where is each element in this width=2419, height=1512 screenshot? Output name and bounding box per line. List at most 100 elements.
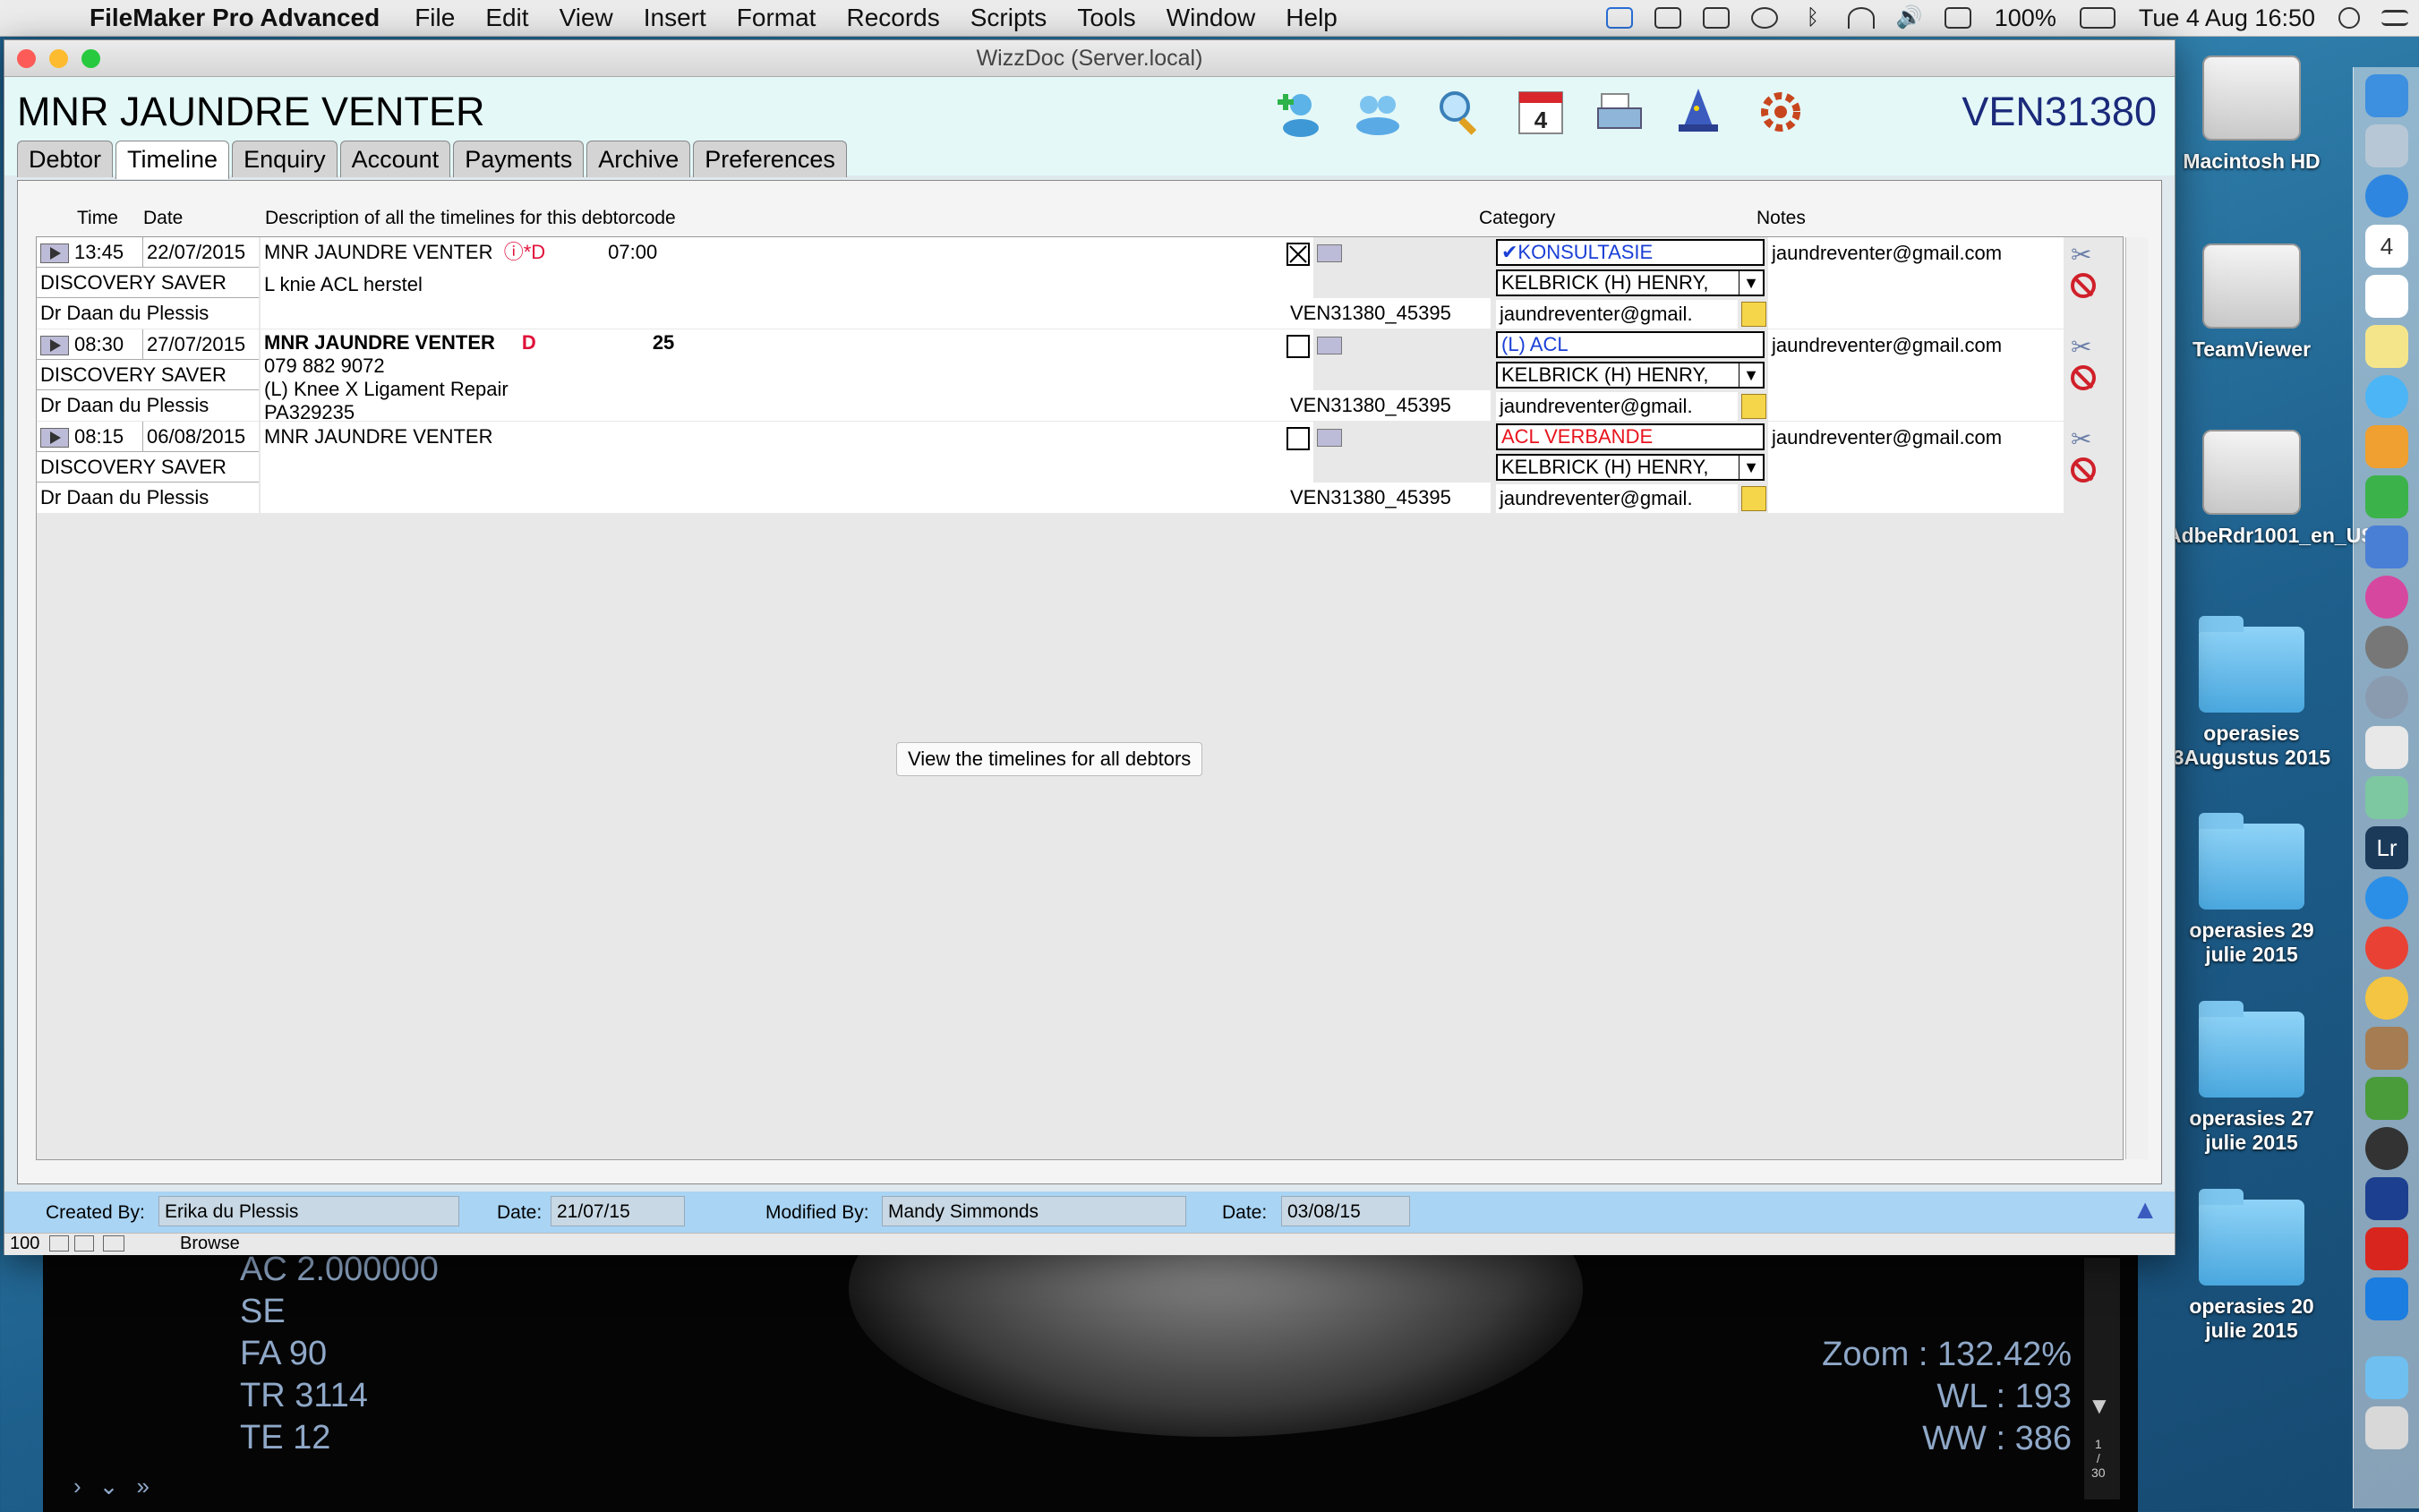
chrome-icon[interactable] xyxy=(2365,927,2408,970)
calendar-dock-icon[interactable]: 4 xyxy=(2365,225,2408,268)
desktop-item-folder-29-julie[interactable]: operasies 29 julie 2015 xyxy=(2167,813,2337,967)
category-field[interactable]: ACL VERBANDE xyxy=(1496,423,1765,450)
finder-icon[interactable] xyxy=(2365,74,2408,117)
timeline-doctor[interactable]: Dr Daan du Plessis xyxy=(37,298,259,329)
photos-app-icon[interactable] xyxy=(2365,977,2408,1020)
menu-help[interactable]: Help xyxy=(1286,4,1338,32)
zoom-in-icon[interactable] xyxy=(74,1235,94,1251)
desktop-item-adberdr[interactable]: AdbeRdr1001_en_US xyxy=(2167,430,2375,548)
tab-payments[interactable]: Payments xyxy=(453,141,585,177)
teamviewer-status-icon[interactable] xyxy=(1605,7,1633,29)
bluetooth-icon[interactable]: ᛒ xyxy=(1799,7,1826,29)
small-go-arrow-icon[interactable] xyxy=(1317,429,1342,447)
menu-format[interactable]: Format xyxy=(737,4,816,32)
tab-preferences[interactable]: Preferences xyxy=(693,141,847,177)
scroll-down-arrow-icon[interactable]: ▼ xyxy=(2088,1392,2111,1420)
timeline-date[interactable]: 27/07/2015 xyxy=(142,329,259,360)
lightroom-icon[interactable]: Lr xyxy=(2365,826,2408,869)
viewer-last-icon[interactable]: » xyxy=(136,1473,149,1500)
app-icon[interactable] xyxy=(2365,1127,2408,1170)
app-icon[interactable] xyxy=(2365,1177,2408,1220)
notes-icon[interactable] xyxy=(2365,325,2408,368)
timeline-date[interactable]: 22/07/2015 xyxy=(142,237,259,268)
scissors-icon[interactable]: ✂ xyxy=(2071,334,2098,361)
mode-indicator[interactable]: Browse xyxy=(180,1234,240,1254)
provider-dropdown[interactable]: KELBRICK (H) HENRY, ▼ xyxy=(1496,362,1765,389)
timeline-notes[interactable]: jaundreventer@gmail.com xyxy=(1768,237,2064,329)
launchpad-icon[interactable] xyxy=(2365,676,2408,719)
delete-icon[interactable] xyxy=(2071,273,2096,299)
desktop-item-folder-3-augustus[interactable]: operasies 3Augustus 2015 xyxy=(2167,616,2337,770)
menu-view[interactable]: View xyxy=(560,4,613,32)
wizard-footer-icon[interactable]: ▲ xyxy=(2132,1195,2158,1226)
tab-timeline[interactable]: Timeline xyxy=(115,141,230,179)
viewer-scrollbar[interactable]: ▼ 1 / 30 xyxy=(2084,1258,2120,1499)
desktop-item-macintosh-hd[interactable]: Macintosh HD xyxy=(2167,56,2337,174)
app-store-icon[interactable] xyxy=(2365,876,2408,919)
dropdown-arrow-icon[interactable]: ▼ xyxy=(1739,363,1763,387)
timeline-row[interactable]: 13:45 22/07/2015 DISCOVERY SAVER Dr Daan… xyxy=(37,237,2123,330)
notification-center-icon[interactable] xyxy=(2381,10,2408,26)
add-person-icon[interactable] xyxy=(1274,87,1324,137)
delete-icon[interactable] xyxy=(2071,365,2096,391)
timeline-description[interactable]: MNR JAUNDRE VENTER xyxy=(261,422,1313,513)
safari-icon[interactable] xyxy=(2365,175,2408,218)
timeline-row[interactable]: 08:30 27/07/2015 DISCOVERY SAVER Dr Daan… xyxy=(37,329,2123,423)
system-preferences-icon[interactable] xyxy=(2365,626,2408,669)
portal-scrollbar[interactable] xyxy=(2125,237,2148,1159)
email-short-field[interactable]: jaundreventer@gmail. xyxy=(1496,392,1738,421)
provider-dropdown[interactable]: KELBRICK (H) HENRY, ▼ xyxy=(1496,454,1765,481)
timeline-time[interactable]: 08:30 xyxy=(37,329,142,360)
itunes-icon[interactable] xyxy=(2365,576,2408,619)
timeline-date[interactable]: 06/08/2015 xyxy=(142,422,259,452)
dropdown-arrow-icon[interactable]: ▼ xyxy=(1739,456,1763,479)
zoom-window-icon[interactable] xyxy=(81,49,100,68)
volume-icon[interactable]: 🔊 xyxy=(1896,7,1923,29)
timeline-medical-aid[interactable]: DISCOVERY SAVER xyxy=(37,360,259,390)
airplay-icon[interactable] xyxy=(1702,7,1730,29)
minimize-window-icon[interactable] xyxy=(49,49,68,68)
wizard-icon[interactable] xyxy=(1673,87,1723,137)
timeline-doctor[interactable]: Dr Daan du Plessis xyxy=(37,483,259,513)
print-icon[interactable] xyxy=(1594,87,1645,137)
app-icon[interactable] xyxy=(2365,1077,2408,1120)
battery-icon[interactable] xyxy=(2079,7,2116,29)
scissors-icon[interactable]: ✂ xyxy=(2071,242,2098,269)
timeline-row[interactable]: 08:15 06/08/2015 DISCOVERY SAVER Dr Daan… xyxy=(37,422,2123,515)
email-short-field[interactable]: jaundreventer@gmail. xyxy=(1496,484,1738,513)
timeline-notes[interactable]: jaundreventer@gmail.com xyxy=(1768,422,2064,513)
calendar-icon[interactable]: 4 xyxy=(1516,87,1566,137)
go-arrow-icon[interactable] xyxy=(40,336,69,356)
menu-tools[interactable]: Tools xyxy=(1077,4,1135,32)
trash-icon[interactable] xyxy=(2365,1406,2408,1449)
viewer-expand-icon[interactable]: ⌄ xyxy=(99,1473,119,1500)
numbers-icon[interactable] xyxy=(2365,475,2408,518)
timeline-medical-aid[interactable]: DISCOVERY SAVER xyxy=(37,452,259,483)
input-menu-icon[interactable] xyxy=(1944,7,1971,29)
tab-debtor[interactable]: Debtor xyxy=(17,141,114,177)
reminders-icon[interactable] xyxy=(2365,275,2408,318)
view-all-timelines-button[interactable]: View the timelines for all debtors xyxy=(896,742,1203,776)
desktop-item-folder-20-julie[interactable]: operasies 20 julie 2015 xyxy=(2167,1189,2337,1343)
category-field[interactable]: (L) ACL xyxy=(1496,331,1765,358)
preview-icon[interactable] xyxy=(2365,124,2408,167)
scissors-icon[interactable]: ✂ xyxy=(2071,426,2098,453)
tab-account[interactable]: Account xyxy=(339,141,451,177)
toggle-status-toolbar-icon[interactable] xyxy=(103,1235,124,1251)
timeline-description[interactable]: MNR JAUNDRE VENTER ⓘ*D 07:00 L knie ACL h… xyxy=(261,237,1313,329)
small-go-arrow-icon[interactable] xyxy=(1317,337,1342,355)
tab-archive[interactable]: Archive xyxy=(586,141,691,177)
timeline-checkbox[interactable] xyxy=(1286,427,1310,450)
timeline-medical-aid[interactable]: DISCOVERY SAVER xyxy=(37,268,259,298)
email-send-icon[interactable] xyxy=(1741,486,1766,511)
teamviewer-dock-icon[interactable] xyxy=(2365,1277,2408,1320)
battery-percent[interactable]: 100% xyxy=(1995,4,2056,32)
menu-records[interactable]: Records xyxy=(846,4,939,32)
window-titlebar[interactable]: WizzDoc (Server.local) xyxy=(4,40,2175,77)
acrobat-icon[interactable] xyxy=(2365,1227,2408,1270)
timeline-checkbox[interactable] xyxy=(1286,335,1310,358)
pages-icon[interactable] xyxy=(2365,425,2408,468)
desktop-item-folder-27-julie[interactable]: operasies 27 julie 2015 xyxy=(2167,1001,2337,1155)
dropdown-arrow-icon[interactable]: ▼ xyxy=(1739,271,1763,295)
zoom-out-icon[interactable] xyxy=(49,1235,69,1251)
